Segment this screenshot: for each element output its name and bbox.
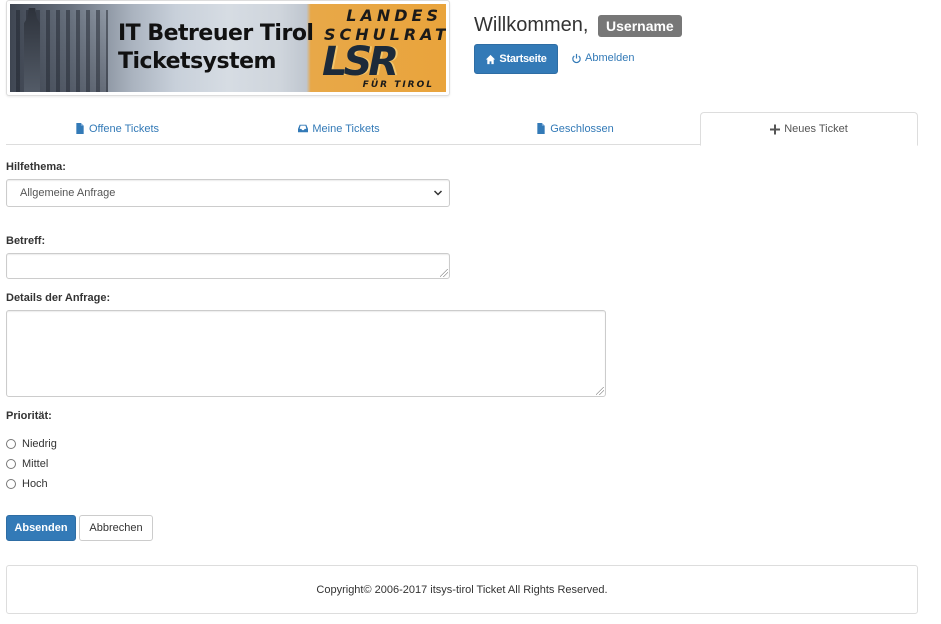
topic-label: Hilfethema: [6,161,66,173]
tab-label: Neues Ticket [784,123,848,135]
resize-handle-icon[interactable] [440,269,448,277]
subject-input[interactable] [6,253,450,279]
tab-label: Meine Tickets [312,122,380,135]
resize-handle-icon[interactable] [596,387,604,395]
site-banner: IT Betreuer Tirol Ticketsystem LANDES SC… [6,0,450,96]
priority-option-high[interactable]: Hoch [6,478,48,490]
radio-button[interactable] [6,479,16,489]
plus-icon [770,124,781,134]
lsr-logo: LSR [322,39,399,85]
details-label: Details der Anfrage: [6,292,111,304]
inbox-icon [298,124,309,133]
logout-label: Abmelden [585,52,635,64]
logout-link[interactable]: Abmelden [571,52,635,64]
ticket-tabs: Offene Tickets Meine Tickets Geschlossen… [6,112,918,146]
subject-label: Betreff: [6,235,46,247]
topic-selected-value: Allgemeine Anfrage [20,187,116,199]
cancel-button[interactable]: Abbrechen [79,515,153,541]
home-icon [486,54,496,64]
submit-button[interactable]: Absenden [6,515,76,541]
home-button[interactable]: Startseite [474,44,558,74]
banner-image: IT Betreuer Tirol Ticketsystem LANDES SC… [10,4,446,92]
file-icon [537,123,545,134]
lsr-logo-subtitle: FÜR TIROL [362,80,434,90]
tab-open-tickets[interactable]: Offene Tickets [6,112,228,145]
welcome-text: Willkommen, [474,14,589,37]
priority-label: Priorität: [6,410,52,422]
tab-closed[interactable]: Geschlossen [450,112,700,145]
power-icon [572,53,581,63]
tab-label: Geschlossen [550,122,614,135]
radio-button[interactable] [6,459,16,469]
radio-button[interactable] [6,439,16,449]
radio-label: Hoch [22,478,48,490]
chevron-down-icon [433,190,443,196]
radio-label: Niedrig [22,438,57,450]
details-textarea[interactable] [6,310,606,397]
tab-label: Offene Tickets [88,122,160,135]
banner-title-line1: IT Betreuer Tirol [118,21,314,46]
banner-title: IT Betreuer Tirol Ticketsystem [118,20,338,76]
priority-option-low[interactable]: Niedrig [6,438,57,450]
tab-my-tickets[interactable]: Meine Tickets [228,112,450,145]
home-button-label: Startseite [499,53,547,65]
priority-option-medium[interactable]: Mittel [6,458,48,470]
topic-select[interactable]: Allgemeine Anfrage [6,179,450,207]
tab-new-ticket[interactable]: Neues Ticket [700,112,918,146]
tower-graphic [24,8,40,92]
file-icon [76,123,84,134]
org-name-line1: LANDES [346,6,442,25]
footer: Copyright© 2006-2017 itsys-tirol Ticket … [6,565,918,614]
radio-label: Mittel [22,458,49,470]
copyright-text: Copyright© 2006-2017 itsys-tirol Ticket … [316,583,608,596]
username-badge: Username [598,14,682,37]
banner-title-line2: Ticketsystem [118,49,276,74]
welcome-heading: Willkommen, Username [474,14,682,37]
